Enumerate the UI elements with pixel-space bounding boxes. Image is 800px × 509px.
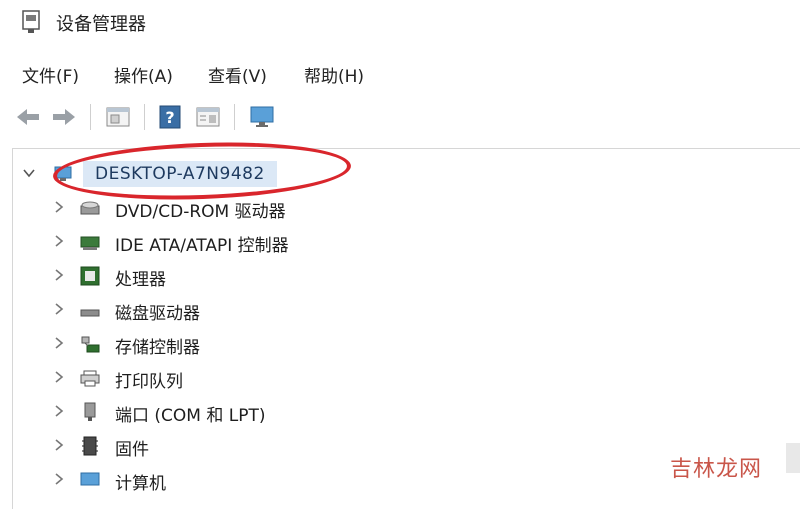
processor-icon xyxy=(80,266,100,286)
tree-item-label: IDE ATA/ATAPI 控制器 xyxy=(115,236,289,256)
monitor-icon xyxy=(250,106,274,127)
view-icon xyxy=(196,107,220,127)
help-button[interactable]: ? xyxy=(154,102,186,132)
tree-item-disk[interactable]: 磁盘驱动器 xyxy=(13,293,793,327)
menu-bar: 文件(F) 操作(A) 查看(V) 帮助(H) xyxy=(0,58,800,90)
chevron-right-icon[interactable] xyxy=(51,471,67,487)
tree-item-label: 磁盘驱动器 xyxy=(115,304,200,324)
menu-help[interactable]: 帮助(H) xyxy=(304,62,364,87)
chevron-right-icon[interactable] xyxy=(51,403,67,419)
menu-file[interactable]: 文件(F) xyxy=(22,62,79,87)
chevron-right-icon[interactable] xyxy=(51,233,67,249)
tree-item-ide[interactable]: IDE ATA/ATAPI 控制器 xyxy=(13,225,793,259)
properties-button[interactable] xyxy=(102,102,134,132)
firmware-icon xyxy=(82,436,98,456)
tree-item-processor[interactable]: 处理器 xyxy=(13,259,793,293)
toolbar-separator xyxy=(144,104,145,130)
computer-icon xyxy=(80,472,100,486)
toolbar-separator xyxy=(234,104,235,130)
port-icon xyxy=(84,402,96,421)
menu-action[interactable]: 操作(A) xyxy=(114,62,173,87)
chevron-right-icon[interactable] xyxy=(51,335,67,351)
tree-item-print-queue[interactable]: 打印队列 xyxy=(13,361,793,395)
tree-item-label: 计算机 xyxy=(115,474,166,494)
watermark: 吉林龙网 xyxy=(669,457,762,482)
printer-icon xyxy=(80,370,100,387)
tree-item-label: 打印队列 xyxy=(115,372,183,392)
menu-view[interactable]: 查看(V) xyxy=(208,62,267,87)
tree-item-label: 存储控制器 xyxy=(115,338,200,358)
properties-icon xyxy=(106,107,130,127)
chevron-right-icon[interactable] xyxy=(51,267,67,283)
chevron-right-icon[interactable] xyxy=(51,369,67,385)
svg-text:?: ? xyxy=(165,108,174,127)
disc-drive-icon xyxy=(80,201,100,215)
tree-item-label: DVD/CD-ROM 驱动器 xyxy=(115,202,286,222)
device-manager-icon xyxy=(22,10,40,33)
disk-drive-icon xyxy=(80,309,100,317)
view-button[interactable] xyxy=(192,102,224,132)
chevron-down-icon[interactable] xyxy=(21,165,37,181)
ide-controller-icon xyxy=(80,236,100,250)
toolbar: ? xyxy=(0,96,800,140)
forward-arrow-icon xyxy=(53,109,75,125)
tree-item-label: 固件 xyxy=(115,440,149,460)
back-arrow-icon xyxy=(17,109,39,125)
storage-controller-icon xyxy=(81,336,100,353)
tree-item-label: 端口 (COM 和 LPT) xyxy=(115,406,266,426)
tree-item-label: 处理器 xyxy=(115,270,166,290)
help-icon: ? xyxy=(159,105,181,129)
tree-root-row[interactable]: DESKTOP-A7N9482 xyxy=(13,137,793,205)
chevron-right-icon[interactable] xyxy=(51,437,67,453)
back-button[interactable] xyxy=(12,102,44,132)
window-title: 设备管理器 xyxy=(56,14,146,35)
scan-hardware-button[interactable] xyxy=(246,102,278,132)
toolbar-separator xyxy=(90,104,91,130)
tree-item-ports[interactable]: 端口 (COM 和 LPT) xyxy=(13,395,793,429)
forward-button[interactable] xyxy=(48,102,80,132)
tree-item-storage[interactable]: 存储控制器 xyxy=(13,327,793,361)
title-bar: 设备管理器 xyxy=(0,0,800,46)
tree-item-dvd[interactable]: DVD/CD-ROM 驱动器 xyxy=(13,191,793,225)
chevron-right-icon[interactable] xyxy=(51,301,67,317)
chevron-right-icon[interactable] xyxy=(51,199,67,215)
window-edge xyxy=(786,443,800,473)
